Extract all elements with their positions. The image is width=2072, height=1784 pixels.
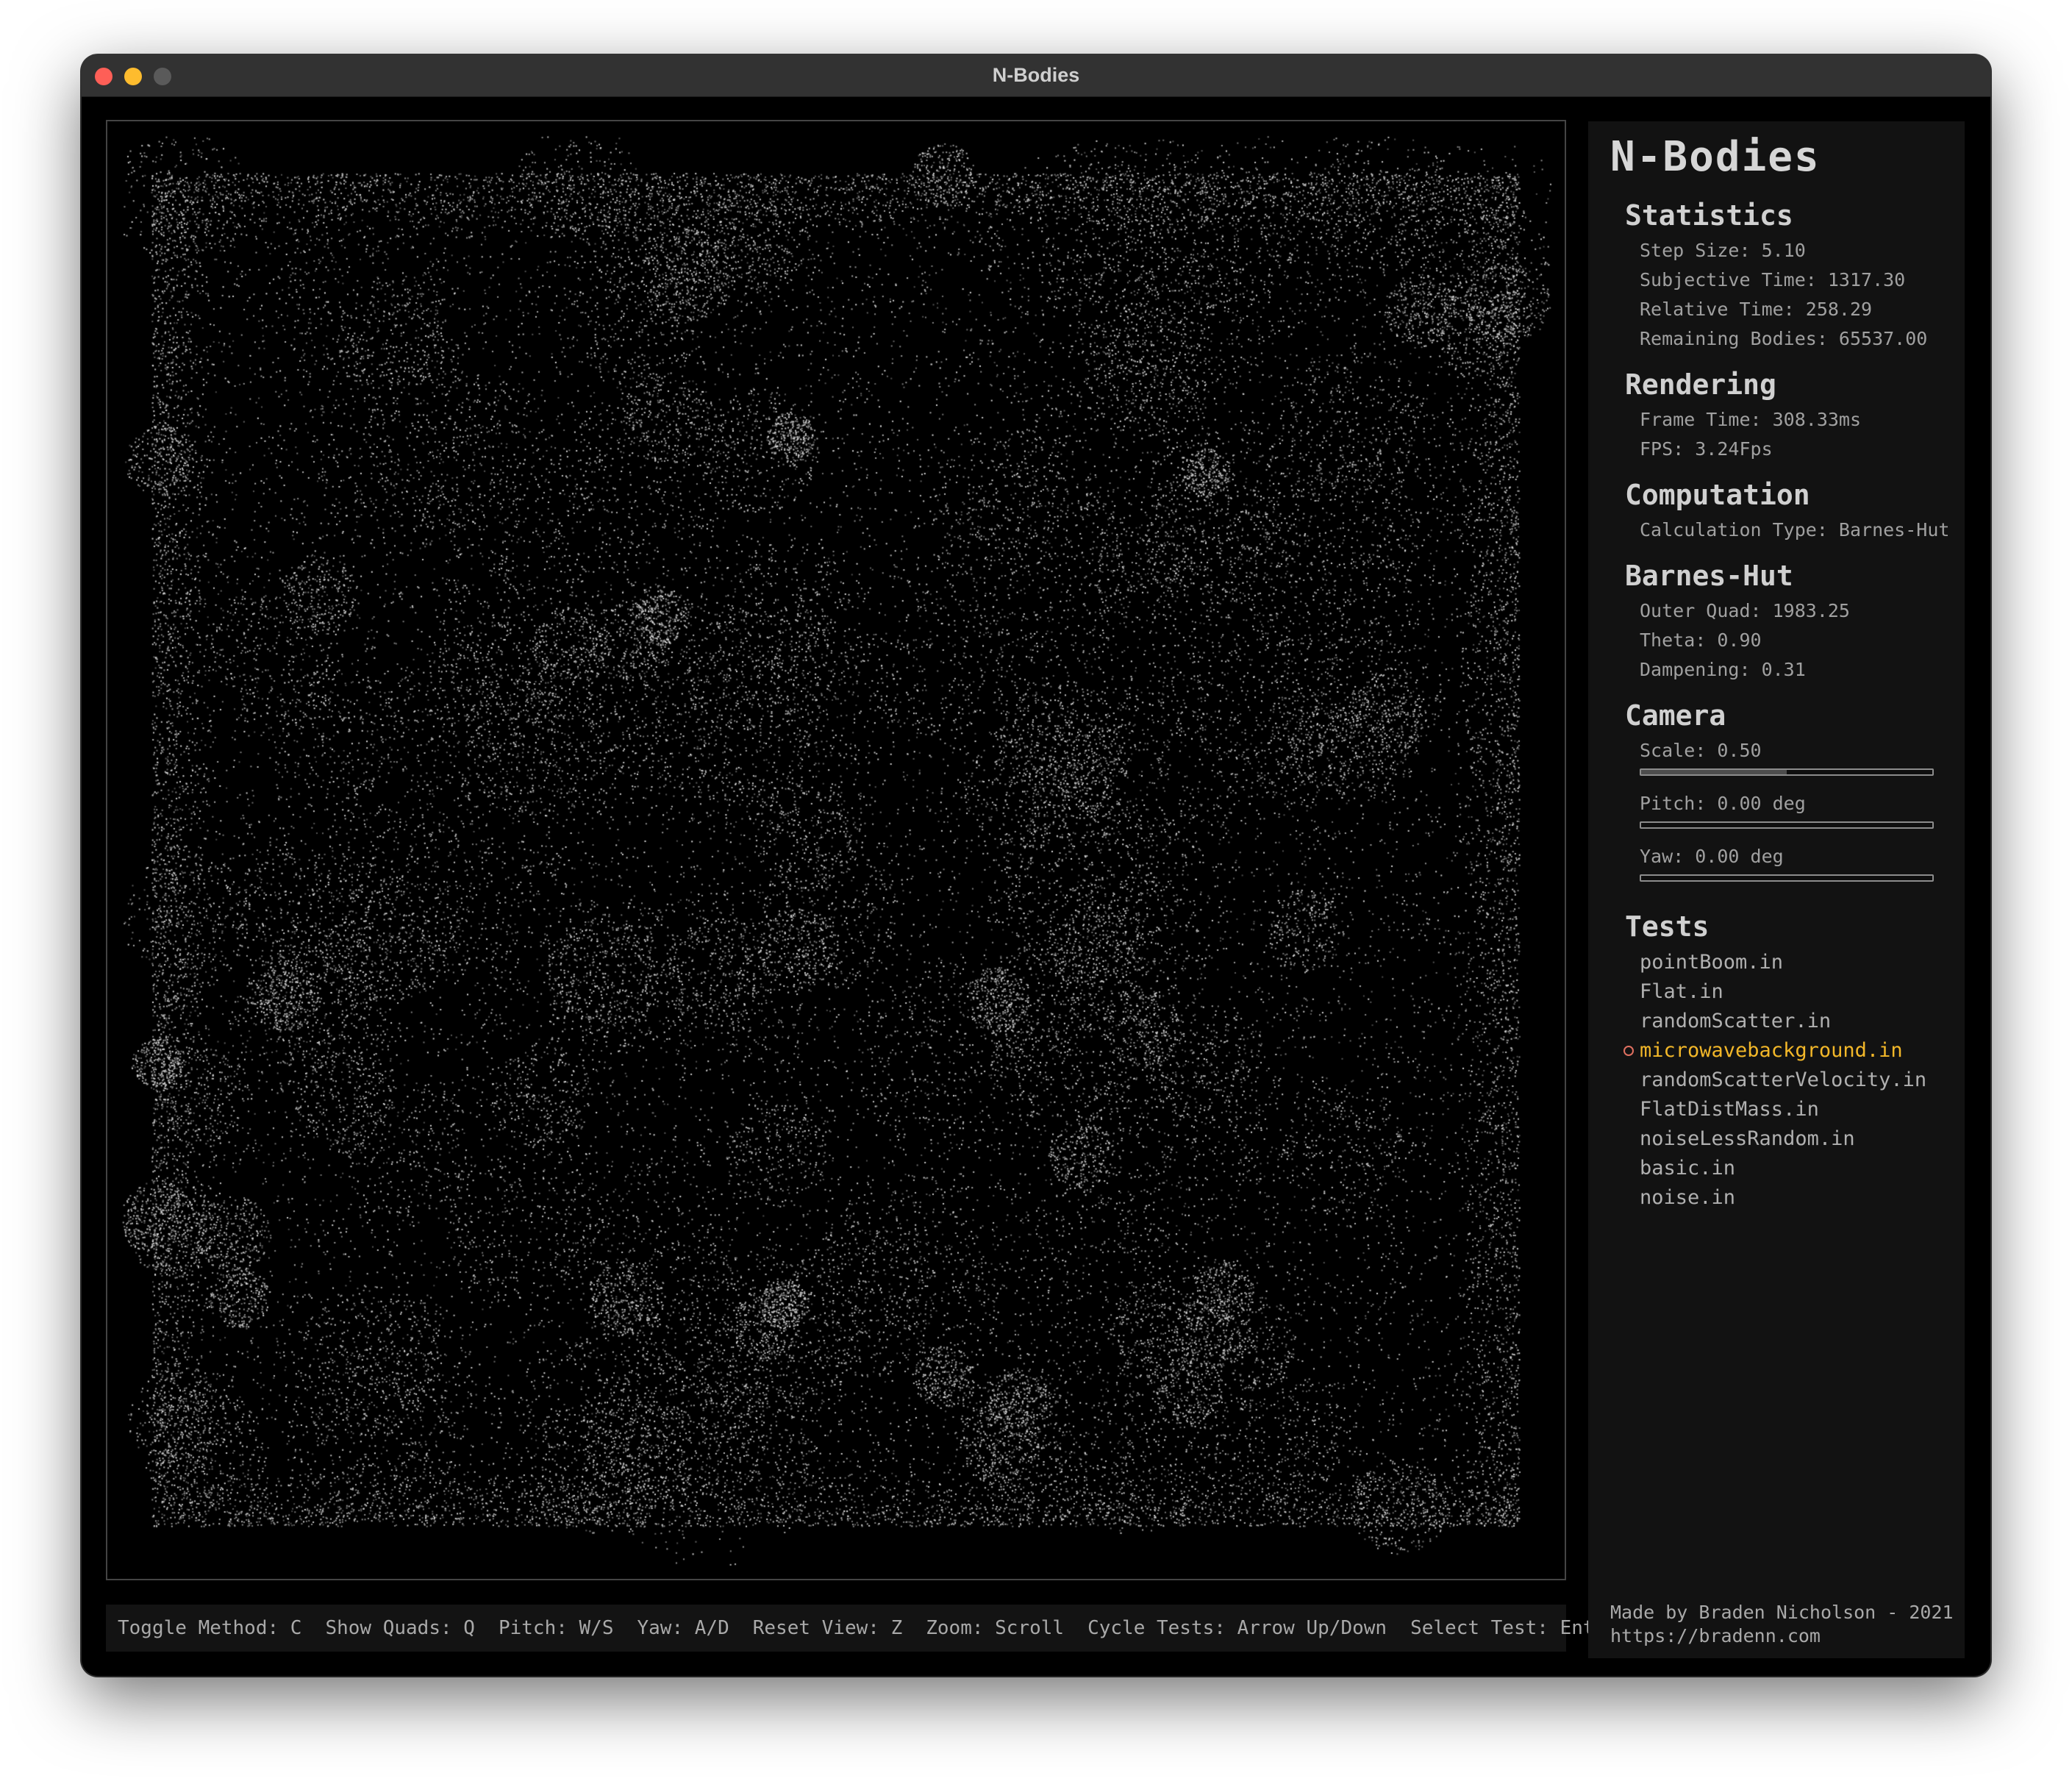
camera-yaw-slider[interactable] xyxy=(1640,874,1934,882)
test-item[interactable]: randomScatter.in xyxy=(1640,1010,1831,1032)
camera-scale-label: Scale: 0.50 xyxy=(1640,740,1762,761)
test-item[interactable]: randomScatterVelocity.in xyxy=(1640,1068,1926,1091)
stat-dampening: Dampening: 0.31 xyxy=(1640,659,1806,680)
app-content: Toggle Method: C Show Quads: Q Pitch: W/… xyxy=(82,97,1990,1676)
test-item[interactable]: basic.in xyxy=(1640,1157,1735,1180)
stat-step-size: Step Size: 5.10 xyxy=(1640,240,1806,261)
test-item[interactable]: microwavebackground.in xyxy=(1623,1039,1903,1062)
test-item[interactable]: FlatDistMass.in xyxy=(1640,1098,1819,1121)
credit-author: Made by Braden Nicholson - 2021 xyxy=(1610,1602,1954,1623)
control-hint-cycle-tests: Cycle Tests: Arrow Up/Down xyxy=(1087,1617,1387,1639)
stat-subjective-time: Subjective Time: 1317.30 xyxy=(1640,269,1906,290)
stat-frame-time: Frame Time: 308.33ms xyxy=(1640,409,1862,430)
stat-relative-time: Relative Time: 258.29 xyxy=(1640,299,1873,320)
camera-pitch-slider[interactable] xyxy=(1640,821,1934,829)
barnes-hut-heading: Barnes-Hut xyxy=(1625,560,1793,592)
stat-theta: Theta: 0.90 xyxy=(1640,629,1762,651)
control-hint-select-test: Select Test: Enter xyxy=(1410,1617,1618,1639)
test-item[interactable]: noiseLessRandom.in xyxy=(1640,1127,1855,1150)
tests-heading: Tests xyxy=(1625,910,1710,943)
camera-scale-slider[interactable] xyxy=(1640,768,1934,776)
sidebar: N-Bodies Statistics Step Size: 5.10 Subj… xyxy=(1588,121,1965,1658)
computation-heading: Computation xyxy=(1625,479,1810,511)
app-title: N-Bodies xyxy=(1610,133,1821,181)
stat-calculation-type: Calculation Type: Barnes-Hut xyxy=(1640,519,1950,540)
app-window: N-Bodies Toggle Method: C Show Quads: Q … xyxy=(82,55,1990,1676)
camera-yaw-label: Yaw: 0.00 deg xyxy=(1640,846,1784,867)
control-hint-pitch: Pitch: W/S xyxy=(498,1617,614,1639)
control-hint-reset-view: Reset View: Z xyxy=(752,1617,903,1639)
test-item[interactable]: pointBoom.in xyxy=(1640,951,1783,974)
control-hint-show-quads: Show Quads: Q xyxy=(325,1617,475,1639)
rendering-heading: Rendering xyxy=(1625,368,1776,401)
particle-canvas[interactable] xyxy=(107,121,1565,1579)
camera-pitch-label: Pitch: 0.00 deg xyxy=(1640,793,1806,814)
control-hint-toggle-method: Toggle Method: C xyxy=(118,1617,302,1639)
controls-bar: Toggle Method: C Show Quads: Q Pitch: W/… xyxy=(106,1605,1618,1652)
stat-remaining-bodies: Remaining Bodies: 65537.00 xyxy=(1640,328,1928,349)
camera-heading: Camera xyxy=(1625,699,1726,732)
title-bar[interactable]: N-Bodies xyxy=(82,55,1990,97)
statistics-heading: Statistics xyxy=(1625,199,1793,232)
window-title: N-Bodies xyxy=(992,64,1080,86)
test-item[interactable]: Flat.in xyxy=(1640,980,1723,1003)
control-hint-yaw: Yaw: A/D xyxy=(637,1617,729,1639)
stat-fps: FPS: 3.24Fps xyxy=(1640,438,1773,460)
test-item[interactable]: noise.in xyxy=(1640,1186,1735,1209)
selected-test-marker-icon xyxy=(1623,1046,1634,1056)
camera-scale-fill xyxy=(1641,770,1787,774)
credit-link[interactable]: https://bradenn.com xyxy=(1610,1625,1821,1646)
stat-outer-quad: Outer Quad: 1983.25 xyxy=(1640,600,1850,621)
control-hint-zoom: Zoom: Scroll xyxy=(926,1617,1065,1639)
simulation-viewport[interactable] xyxy=(106,120,1566,1580)
